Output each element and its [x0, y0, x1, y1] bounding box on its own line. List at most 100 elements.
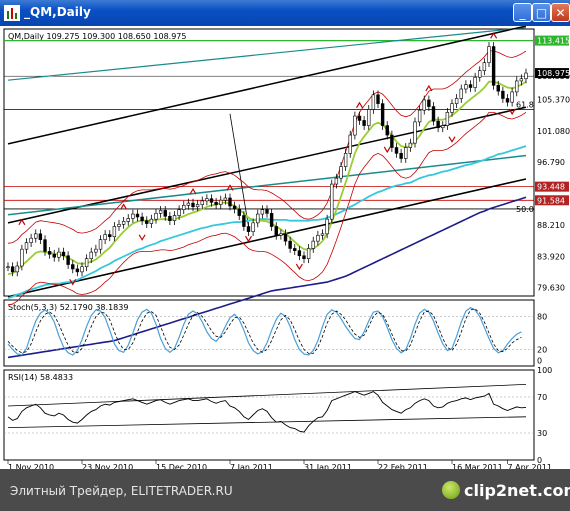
- candle-body: [454, 98, 459, 104]
- candle-body: [177, 209, 181, 216]
- candle-body: [385, 125, 389, 136]
- candle-body: [468, 84, 473, 88]
- candle-body: [390, 134, 394, 148]
- candle-body: [394, 147, 399, 154]
- candle-body: [441, 125, 445, 129]
- candle-body: [413, 121, 417, 144]
- candle-body: [297, 250, 302, 257]
- candle-body: [89, 251, 93, 259]
- close-button[interactable]: ✕: [551, 3, 570, 22]
- candle-body: [404, 147, 408, 159]
- price-axis-label: 113.415: [537, 37, 570, 46]
- candle-body: [487, 46, 491, 63]
- candle-body: [362, 120, 366, 126]
- candle-body: [131, 213, 135, 219]
- panel-frame-2: [3, 369, 535, 461]
- candle-body: [478, 70, 482, 78]
- candle-body: [186, 202, 191, 206]
- candle-body: [140, 216, 144, 221]
- price-axis-label: 101.080: [537, 127, 570, 136]
- candle-body: [371, 94, 376, 110]
- candle-body: [112, 226, 117, 238]
- panel-header-1: Stoch(5,3,3) 52.1790 38.1839: [8, 303, 128, 312]
- candle-body: [98, 239, 103, 250]
- chart-area[interactable]: QM,Daily 109.275 109.300 108.650 108.975…: [0, 26, 570, 469]
- candle-body: [242, 215, 246, 227]
- candle-body: [80, 266, 84, 273]
- chart-svg[interactable]: QM,Daily 109.275 109.300 108.650 108.975…: [0, 26, 570, 469]
- maximize-button[interactable]: □: [532, 3, 551, 22]
- brand-logo: clip2net.com: [440, 479, 570, 503]
- candle-body: [325, 218, 329, 235]
- candle-body: [380, 103, 385, 126]
- candle-body: [515, 80, 519, 93]
- logo-icon: [442, 481, 460, 499]
- candle-body: [38, 233, 43, 240]
- candle-body: [182, 204, 186, 210]
- candle-body: [501, 90, 505, 99]
- candle-body: [445, 112, 450, 126]
- candle-body: [269, 213, 274, 227]
- candle-body: [306, 248, 311, 259]
- candle-body: [94, 248, 98, 253]
- candle-body: [15, 265, 19, 273]
- candle-body: [135, 213, 140, 218]
- candle-body: [47, 251, 52, 255]
- minimize-button[interactable]: _: [513, 3, 532, 22]
- candle-body: [200, 200, 204, 205]
- candle-body: [20, 248, 24, 267]
- candle-body: [399, 153, 403, 159]
- candle-body: [195, 204, 200, 208]
- candle-body: [61, 251, 66, 257]
- candle-body: [108, 234, 112, 238]
- candle-body: [427, 99, 431, 107]
- candle-body: [10, 266, 15, 273]
- candle-body: [34, 233, 38, 239]
- candle-body: [524, 72, 528, 80]
- candle-body: [473, 76, 477, 88]
- candle-body: [237, 208, 241, 216]
- candle-body: [343, 153, 348, 167]
- candle-body: [209, 198, 214, 203]
- candle-body: [311, 240, 315, 249]
- fib-500-label: 50.0: [516, 205, 534, 214]
- candle-body: [450, 103, 454, 113]
- chart-app-icon: [4, 5, 20, 21]
- candle-body: [52, 254, 56, 258]
- rsi-level-label: 100: [537, 366, 552, 375]
- candle-body: [357, 115, 362, 121]
- candle-body: [228, 197, 232, 207]
- candle-body: [279, 233, 283, 236]
- candle-body: [75, 268, 80, 273]
- stoch-level-20-label: 20: [537, 346, 547, 355]
- candle-body: [57, 251, 61, 258]
- price-axis-label: 96.790: [537, 158, 565, 167]
- fib-618-label: 61.8: [516, 100, 534, 109]
- stoch-level-0-label: 0: [537, 357, 542, 366]
- candle-body: [367, 109, 371, 126]
- rsi-level-label: 30: [537, 429, 547, 438]
- candle-body: [274, 226, 278, 236]
- footer-credit: Элитный Трейдер, ELITETRADER.RU: [10, 484, 233, 498]
- candle-body: [265, 209, 269, 214]
- window-title: _QM,Daily: [24, 5, 91, 19]
- candle-body: [214, 202, 218, 205]
- candle-body: [246, 226, 251, 232]
- candle-body: [422, 99, 426, 111]
- candle-body: [348, 134, 352, 154]
- candle-body: [519, 78, 524, 82]
- candle-body: [168, 215, 172, 221]
- stoch-level-80-label: 80: [537, 313, 547, 322]
- candle-body: [431, 106, 436, 122]
- price-axis-label: 88.210: [537, 221, 565, 230]
- candle-body: [84, 258, 89, 268]
- candle-body: [496, 85, 500, 92]
- candle-body: [464, 84, 468, 90]
- window-titlebar: _QM,Daily _ □ ✕: [0, 0, 570, 26]
- candle-body: [43, 239, 47, 252]
- candle-body: [293, 248, 297, 251]
- last-price-label: 108.975: [537, 69, 570, 78]
- candle-body: [376, 94, 380, 104]
- candle-body: [436, 120, 440, 129]
- candle-body: [24, 242, 29, 250]
